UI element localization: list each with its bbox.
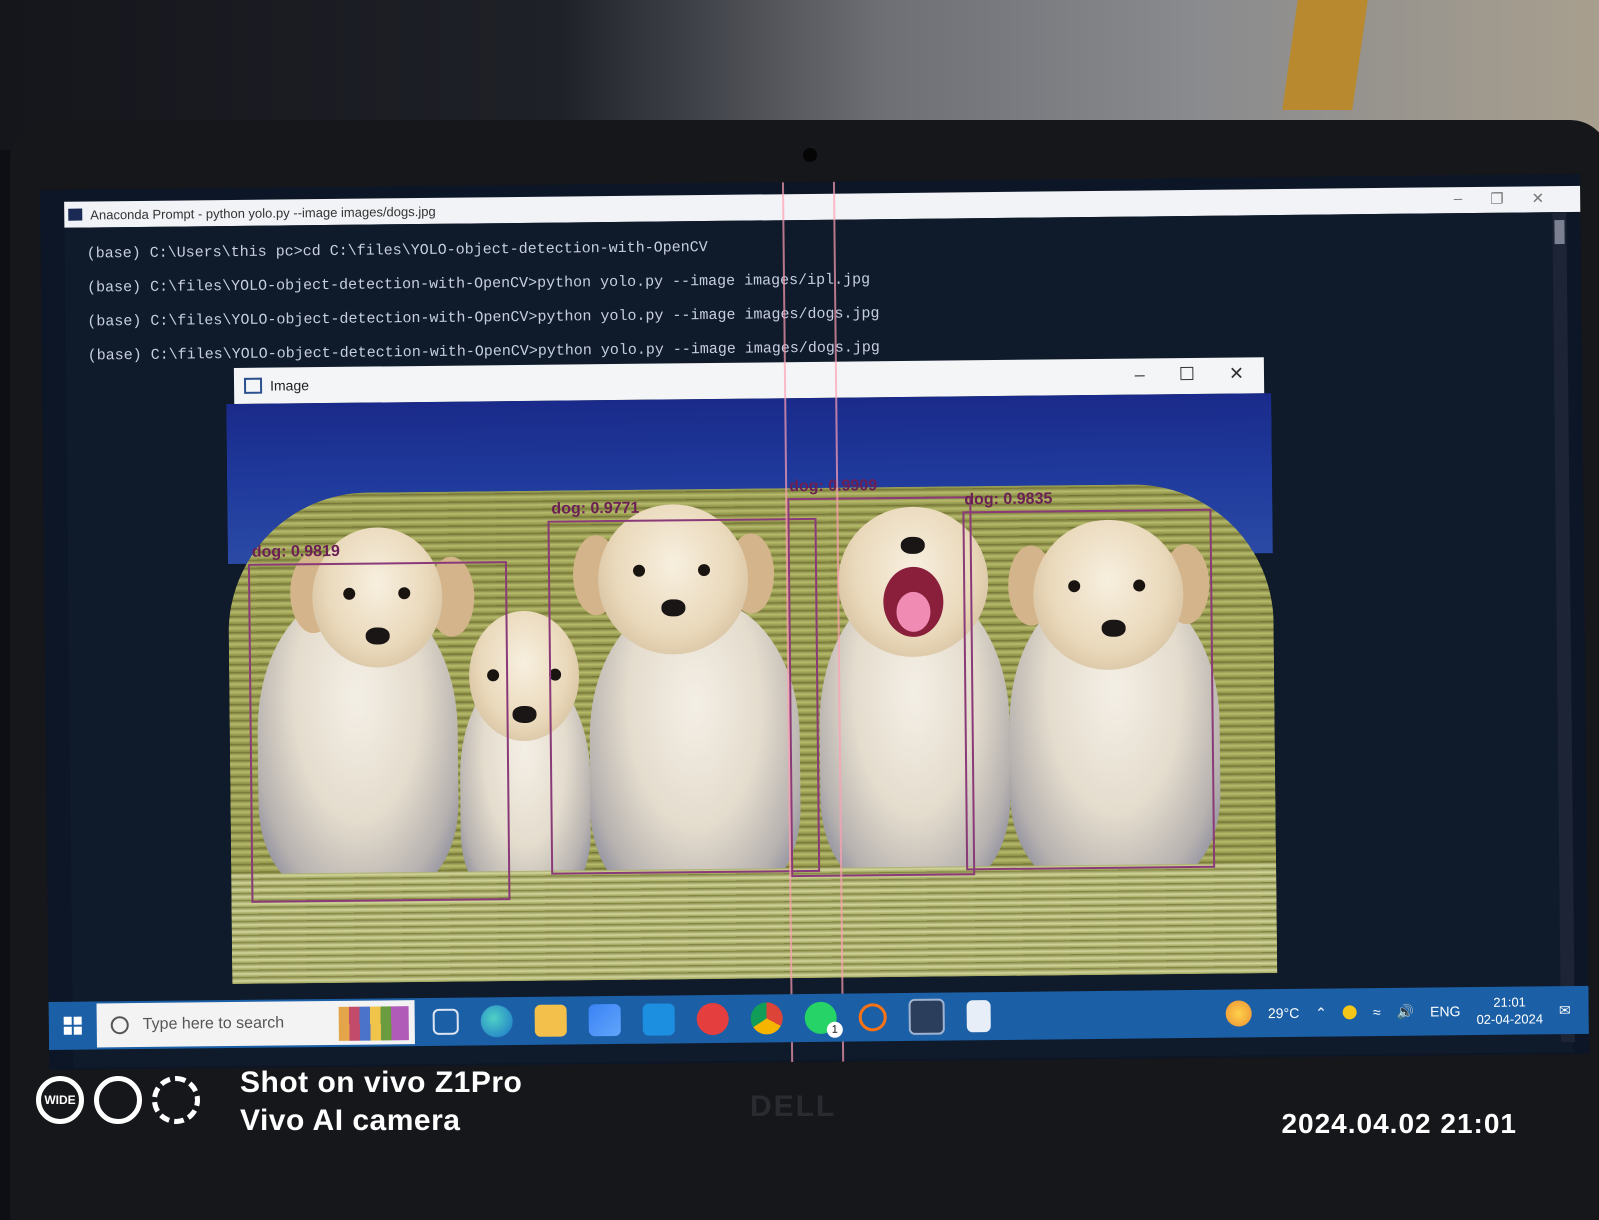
chrome-icon[interactable] — [750, 1002, 783, 1035]
sync-icon[interactable] — [858, 1003, 887, 1032]
detection-box — [962, 508, 1216, 871]
wide-lens-icon: WIDE — [36, 1076, 84, 1124]
wps-icon[interactable] — [696, 1002, 729, 1036]
close-icon[interactable]: ✕ — [1229, 363, 1244, 384]
search-placeholder: Type here to search — [142, 1014, 285, 1033]
notification-badge: 1 — [826, 1021, 843, 1038]
clock-time: 21:01 — [1493, 994, 1526, 1010]
edge-icon[interactable] — [480, 1005, 513, 1038]
detection-box — [247, 561, 511, 903]
start-button[interactable] — [49, 1001, 98, 1050]
detection-box — [787, 496, 976, 878]
scroll-thumb[interactable] — [1554, 220, 1565, 245]
file-explorer-icon[interactable] — [534, 1004, 567, 1037]
laptop-screen: Anaconda Prompt - python yolo.py --image… — [40, 173, 1590, 1070]
search-highlight-icon — [338, 1006, 409, 1041]
restore-icon[interactable]: ❐ — [1490, 190, 1504, 208]
system-tray: 29°C ⌃ ≈ 🔊 ENG 21:01 02-04-2024 ✉ — [1225, 986, 1571, 1038]
weather-temp[interactable]: 29°C — [1268, 1005, 1299, 1021]
clock-date: 02-04-2024 — [1476, 1011, 1544, 1028]
console-app-icon — [68, 208, 83, 221]
tray-app-icon[interactable] — [1342, 1005, 1358, 1020]
chevron-up-icon[interactable]: ⌃ — [1315, 1004, 1327, 1021]
lens-icon — [94, 1076, 142, 1124]
console-line: (base) C:\files\YOLO-object-detection-wi… — [87, 305, 880, 331]
store-icon[interactable] — [588, 1003, 621, 1037]
window-icon — [243, 377, 263, 394]
language-indicator[interactable]: ENG — [1430, 1003, 1461, 1019]
dell-logo: DELL — [750, 1090, 837, 1123]
lens-dashed-icon — [152, 1076, 200, 1124]
clock[interactable]: 21:01 02-04-2024 — [1476, 993, 1543, 1028]
watermark-camera: Vivo AI camera — [240, 1104, 461, 1137]
image-window-title: Image — [269, 377, 310, 394]
camera-watermark-icons: WIDE — [36, 1076, 200, 1124]
watermark-shot-on: Shot on vivo Z1Pro — [240, 1066, 523, 1099]
detection-label: dog: 0.9819 — [251, 542, 340, 561]
webcam — [803, 148, 817, 162]
notifications-icon[interactable]: ✉ — [1559, 1002, 1571, 1019]
terminal-icon[interactable] — [908, 998, 945, 1035]
minimize-icon[interactable]: – — [1135, 364, 1145, 385]
mail-icon[interactable] — [642, 1003, 675, 1036]
windows-icon — [63, 1016, 82, 1035]
image-window: Image – ☐ ✕ dog: 0.9819 dog: 0.9771 dog:… — [226, 357, 1280, 988]
watermark-datetime: 2024.04.02 21:01 — [1281, 1108, 1517, 1139]
maximize-icon[interactable]: ☐ — [1179, 364, 1195, 385]
detection-label: dog: 0.9909 — [789, 477, 878, 496]
taskbar-search[interactable]: Type here to search — [96, 1000, 415, 1048]
whatsapp-icon[interactable]: 1 — [804, 1001, 843, 1038]
volume-icon[interactable]: 🔊 — [1397, 1003, 1415, 1020]
detection-image: dog: 0.9819 dog: 0.9771 dog: 0.9909 dog:… — [226, 393, 1278, 985]
console-title: Anaconda Prompt - python yolo.py --image… — [90, 203, 436, 222]
wifi-icon[interactable]: ≈ — [1373, 1004, 1381, 1020]
console-line: (base) C:\files\YOLO-object-detection-wi… — [87, 339, 880, 365]
task-view-icon[interactable] — [432, 1008, 459, 1035]
console-line: (base) C:\Users\this pc>cd C:\files\YOLO… — [86, 239, 708, 263]
puppy-nose — [512, 705, 537, 724]
detection-label: dog: 0.9771 — [551, 499, 640, 518]
search-icon — [110, 1016, 129, 1035]
minimize-icon[interactable]: – — [1454, 190, 1463, 208]
notepad-icon[interactable] — [966, 1000, 991, 1033]
weather-icon[interactable] — [1225, 1000, 1253, 1027]
detection-label: dog: 0.9835 — [964, 490, 1053, 509]
close-icon[interactable]: ✕ — [1531, 189, 1545, 207]
detection-box — [547, 517, 821, 875]
console-line: (base) C:\files\YOLO-object-detection-wi… — [86, 271, 871, 297]
